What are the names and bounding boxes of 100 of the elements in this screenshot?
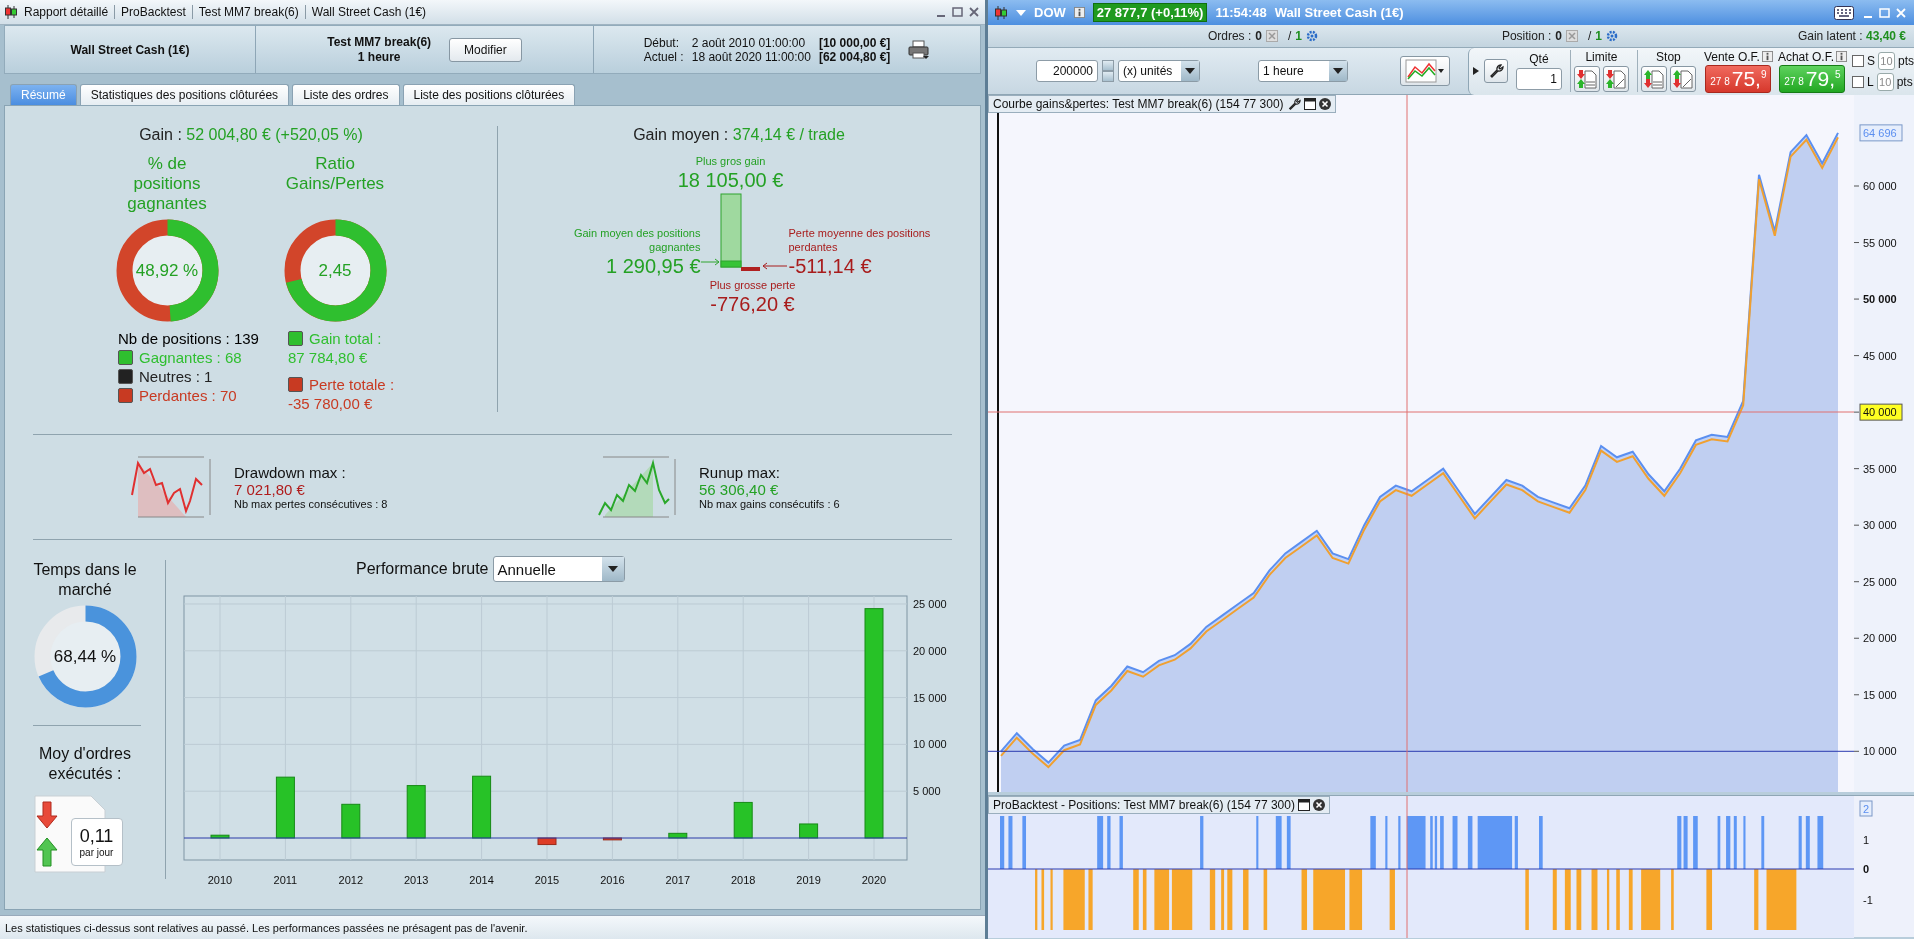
tab[interactable]: Liste des ordres bbox=[292, 84, 400, 105]
window-title: Wall Street Cash (1€) bbox=[1274, 5, 1404, 20]
indicator-button[interactable] bbox=[1400, 56, 1450, 86]
total-label: Gain total : bbox=[309, 329, 382, 348]
axis-label: 2020 bbox=[861, 874, 887, 886]
caret-icon bbox=[607, 566, 618, 572]
buy-label: Achat O.F. bbox=[1777, 49, 1834, 64]
status-message: Les statistiques ci-dessus sont relatives au passé. Les performances passées ne présagent pas de l'avenir. bbox=[0, 915, 985, 939]
bar bbox=[406, 785, 426, 839]
axis-label: 10 000 bbox=[913, 738, 947, 751]
y-tick-label: 40 000 bbox=[1863, 406, 1897, 419]
axis-label: 2016 bbox=[600, 874, 625, 886]
limit-order-button[interactable] bbox=[1573, 66, 1600, 92]
axis-label: 2012 bbox=[338, 874, 364, 886]
timeframe-text: 1 heure bbox=[356, 49, 402, 65]
caret-icon bbox=[1333, 68, 1343, 74]
candlestick-icon bbox=[4, 4, 18, 20]
checkbox-label: S bbox=[1866, 53, 1875, 68]
latent-gain-value: 43,40 € bbox=[1865, 29, 1906, 43]
last-value-label: 2 bbox=[1859, 800, 1873, 817]
stop-label: Stop bbox=[1656, 50, 1681, 64]
modify-button[interactable]: Modifier bbox=[449, 37, 522, 62]
panel-title: ProBacktest - Positions: Test MM7 break(6) (154 77 300) bbox=[993, 798, 1295, 812]
limit-order-button[interactable] bbox=[1602, 66, 1629, 92]
position-separator: / bbox=[1587, 29, 1592, 43]
stop-order-button[interactable] bbox=[1640, 66, 1667, 92]
gear-icon[interactable] bbox=[1606, 30, 1618, 42]
timeframe-select[interactable]: 1 heure bbox=[1258, 60, 1348, 82]
drawdown-value: 7 021,80 € bbox=[234, 481, 305, 498]
close-icon[interactable] bbox=[1318, 98, 1331, 110]
orders-count: 0 bbox=[1255, 29, 1262, 43]
tab[interactable]: Statistiques des positions clôturées bbox=[79, 84, 290, 105]
cursor-value-label: 40 000 bbox=[1859, 403, 1903, 421]
orders-total: 1 bbox=[1295, 29, 1302, 43]
printer-icon[interactable] bbox=[908, 39, 931, 60]
rate-unit: par jour bbox=[79, 847, 114, 858]
tab[interactable]: Liste des positions clôturées bbox=[402, 84, 576, 105]
up-down-arrows-icon bbox=[1672, 69, 1693, 89]
axis-label: 50 000 bbox=[1863, 293, 1897, 306]
breadcrumb-item[interactable]: Rapport détaillé bbox=[18, 5, 115, 19]
symbol-name: DOW bbox=[1034, 5, 1066, 20]
period-select[interactable]: Annuelle bbox=[492, 556, 625, 582]
gear-icon[interactable] bbox=[1306, 30, 1318, 42]
axis-label: 55 000 bbox=[1863, 236, 1897, 249]
axis-label: 20 000 bbox=[913, 644, 947, 657]
time-text: 11:54:48 bbox=[1215, 5, 1267, 20]
bar bbox=[537, 837, 557, 846]
drawdown-title: Drawdown max : bbox=[234, 464, 346, 481]
average-win-label: Gain moyen des positions gagnantes bbox=[572, 226, 701, 254]
capital-value: [62 004,80 €] bbox=[818, 49, 891, 64]
wrench-icon[interactable] bbox=[1286, 97, 1301, 111]
chart-title: Ratio Gains/Pertes bbox=[284, 154, 386, 195]
bar bbox=[275, 776, 295, 839]
axis-label: 2014 bbox=[469, 874, 494, 886]
axis-label: -1 bbox=[1863, 894, 1873, 906]
panel-title: Courbe gains&pertes: Test MM7 break(6) (154 77 300) bbox=[993, 97, 1284, 111]
runup-detail: Nb max gains consécutifs : 6 bbox=[699, 498, 840, 510]
axis-label: 60 000 bbox=[1863, 180, 1897, 192]
date-text: 2 août 2010 01:00:00 bbox=[691, 35, 807, 50]
breadcrumb-item[interactable]: Test MM7 break(6) bbox=[191, 5, 305, 19]
position-count: 0 bbox=[1555, 29, 1562, 43]
gain-text: Gain : 52 004,80 € (+520,05 %) bbox=[139, 126, 363, 145]
average-gain-text: Gain moyen : 374,14 € / trade bbox=[633, 126, 845, 145]
total-value: -35 780,00 € bbox=[288, 395, 373, 412]
average-loss-value: -511,14 € bbox=[788, 254, 872, 278]
bar bbox=[668, 832, 688, 839]
checkbox-label: L bbox=[1866, 74, 1874, 89]
keyboard-icon[interactable] bbox=[1834, 5, 1854, 20]
maximize-icon[interactable] bbox=[1303, 98, 1316, 110]
window-controls-icon[interactable] bbox=[935, 6, 981, 18]
expand-icon[interactable] bbox=[1472, 67, 1479, 75]
breadcrumb-item[interactable]: ProBacktest bbox=[114, 5, 192, 19]
last-value-label: 64 696 bbox=[1859, 124, 1903, 142]
total-label: Perte totale : bbox=[309, 375, 395, 394]
stop-order-button[interactable] bbox=[1669, 66, 1696, 92]
info-icon[interactable] bbox=[1073, 7, 1085, 18]
axis-label: 25 000 bbox=[913, 597, 947, 610]
unit-label: pts bbox=[1898, 53, 1914, 68]
settings-button[interactable] bbox=[1483, 59, 1508, 83]
breadcrumb-item[interactable]: Wall Street Cash (1€) bbox=[304, 5, 433, 19]
close-icon[interactable] bbox=[1312, 799, 1325, 811]
drawdown-detail: Nb max pertes consécutives : 8 bbox=[234, 498, 388, 510]
axis-label: 5 000 bbox=[913, 785, 941, 798]
bar bbox=[602, 837, 622, 841]
instrument-name: Wall Street Cash (1€) bbox=[70, 42, 190, 57]
axis-label: 15 000 bbox=[913, 691, 947, 704]
runup-title: Runup max: bbox=[699, 464, 780, 481]
info-icon[interactable] bbox=[1761, 51, 1773, 62]
order-quantity-field[interactable]: 1 bbox=[1515, 68, 1562, 90]
unit-select[interactable]: (x) unités bbox=[1118, 60, 1200, 82]
runup-value: 56 306,40 € bbox=[699, 481, 779, 498]
orders-label: Ordres : bbox=[1207, 29, 1252, 43]
up-down-arrows-icon bbox=[1643, 69, 1664, 89]
window-controls-icon[interactable] bbox=[1862, 6, 1908, 19]
down-up-arrows-icon bbox=[1605, 69, 1626, 89]
info-icon[interactable] bbox=[1835, 51, 1847, 62]
bar bbox=[733, 801, 753, 839]
maximize-icon[interactable] bbox=[1297, 799, 1310, 811]
bar bbox=[472, 775, 492, 839]
quantity-field[interactable]: 200000 bbox=[1036, 60, 1098, 82]
